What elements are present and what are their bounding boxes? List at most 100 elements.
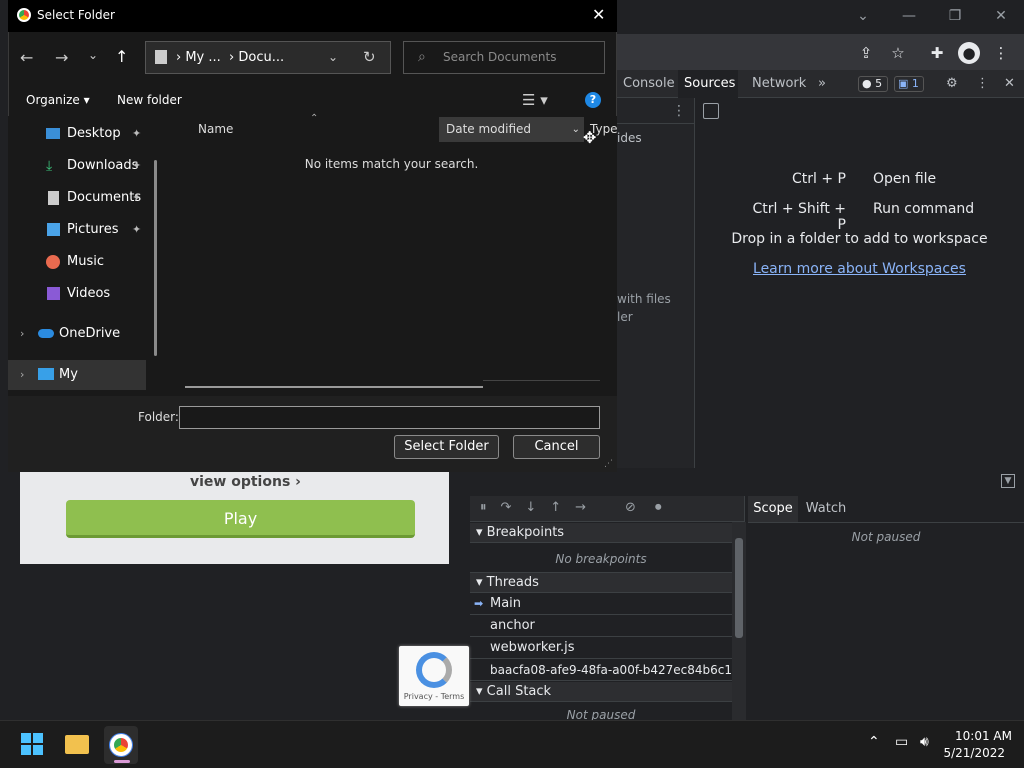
nav-item-my-computer[interactable]: › My Computer (8, 360, 146, 412)
show-hidden-icons-icon[interactable]: ⌃ (868, 734, 880, 750)
tab-watch[interactable]: Watch (804, 496, 848, 522)
close-devtools-icon[interactable]: ✕ (998, 70, 1021, 98)
folder-label: Folder: (138, 410, 179, 424)
tab-console[interactable]: Console (617, 70, 681, 98)
learn-workspaces-link[interactable]: Learn more about Workspaces (695, 261, 1024, 277)
nav-item-desktop[interactable]: Desktop ✦ (8, 119, 156, 149)
recaptcha-badge[interactable]: Privacy - Terms (399, 646, 469, 706)
address-dropdown-icon[interactable]: ⌄ (328, 50, 338, 64)
toggle-drawer-icon[interactable]: ▼ (1001, 474, 1015, 488)
breadcrumb[interactable]: › My ... › Docu... (176, 50, 284, 65)
computer-icon (38, 368, 54, 380)
pause-exceptions-icon[interactable]: ⏺ (655, 500, 662, 515)
nav-item-pictures[interactable]: Pictures ✦ (8, 215, 156, 245)
workspace-drop-text: Drop in a folder to add to workspace (731, 231, 988, 247)
devtools-menu-icon[interactable]: ⋮ (970, 70, 995, 98)
settings-gear-icon[interactable]: ⚙ (940, 70, 964, 98)
nav-item-downloads[interactable]: ⤓ Downloads ✦ (8, 151, 156, 181)
volume-icon[interactable]: 🔊︎ (920, 734, 929, 750)
play-button[interactable]: Play (66, 500, 415, 538)
thread-item[interactable]: Main (470, 593, 732, 615)
column-name[interactable]: Name (198, 122, 233, 136)
resize-grip-icon[interactable]: ⋰ (604, 459, 613, 469)
nav-item-documents[interactable]: Documents ✦ (8, 183, 156, 213)
select-folder-button[interactable]: Select Folder (394, 435, 499, 459)
cancel-button[interactable]: Cancel (513, 435, 600, 459)
start-windows-icon[interactable] (21, 733, 43, 755)
view-options-icon[interactable]: ☰ ▾ (522, 91, 548, 109)
sort-arrow-icon: ⌃ (310, 113, 319, 124)
threads-header[interactable]: ▾ Threads (470, 573, 732, 593)
nav-item-music[interactable]: Music (8, 247, 156, 277)
pin-icon: ✦ (132, 159, 142, 172)
thread-item[interactable]: webworker.js (470, 637, 732, 659)
navigator-hint-2: ler (617, 310, 633, 324)
extensions-icon[interactable]: ✚ (926, 42, 948, 64)
navigator-tab-fragment[interactable]: ides (617, 131, 642, 145)
breakpoints-header[interactable]: ▾ Breakpoints (470, 523, 732, 543)
horizontal-scrollbar[interactable] (185, 386, 483, 388)
debugger-scrollbar[interactable] (732, 522, 746, 720)
active-app-indicator (114, 760, 130, 763)
desktop-icon (46, 128, 60, 139)
resize-cursor-icon: ✥ (583, 128, 597, 147)
close-window-button[interactable]: ✕ (986, 6, 1016, 26)
errors-count: 5 (875, 77, 883, 90)
expand-chevron-icon[interactable]: › (20, 360, 24, 390)
forward-arrow-icon[interactable]: → (55, 48, 68, 67)
tab-network[interactable]: Network (746, 70, 812, 98)
minimize-button[interactable]: — (894, 6, 924, 26)
tab-search-icon[interactable]: ⌄ (848, 6, 878, 26)
up-arrow-icon[interactable]: ↑ (115, 47, 128, 66)
tab-scope[interactable]: Scope (748, 496, 798, 522)
back-arrow-icon[interactable]: ← (20, 48, 33, 67)
videos-icon (47, 287, 60, 300)
bookmark-star-icon[interactable]: ☆ (887, 42, 909, 64)
navigator-more-icon[interactable]: ⋮ (672, 103, 686, 119)
pin-icon: ✦ (132, 191, 142, 204)
help-icon[interactable]: ? (585, 92, 601, 108)
onedrive-icon (38, 329, 54, 338)
refresh-icon[interactable]: ↻ (363, 48, 376, 66)
callstack-header[interactable]: ▾ Call Stack (470, 682, 732, 702)
thread-item[interactable]: anchor (470, 615, 732, 637)
share-icon[interactable]: ⇪ (855, 42, 877, 64)
view-options-link[interactable]: view options › (190, 472, 310, 492)
dialog-title: Select Folder (37, 8, 115, 22)
navigator-hint-1: with files (617, 292, 671, 306)
organize-menu[interactable]: Organize ▾ (26, 93, 90, 107)
debugger-controls[interactable]: ⏸↷↓↑→ (480, 500, 600, 515)
folder-input[interactable] (179, 406, 600, 429)
toggle-navigator-icon[interactable] (703, 103, 719, 119)
network-icon[interactable]: ▭ (895, 734, 908, 750)
dialog-close-icon[interactable]: ✕ (592, 5, 605, 24)
clock-date[interactable]: 5/21/2022 (940, 746, 1005, 760)
column-dropdown-icon[interactable]: ⌄ (572, 117, 580, 142)
nav-item-onedrive[interactable]: › OneDrive (8, 319, 156, 349)
messages-badge[interactable]: ▣ 1 (894, 76, 924, 92)
recaptcha-footer[interactable]: Privacy - Terms (399, 692, 469, 701)
deactivate-breakpoints-icon[interactable]: ⊘ (625, 500, 636, 515)
nav-item-videos[interactable]: Videos (8, 279, 156, 309)
search-input[interactable]: Search Documents (443, 50, 556, 64)
clock-time[interactable]: 10:01 AM (940, 729, 1012, 743)
breadcrumb-item[interactable]: My ... (185, 50, 220, 65)
breadcrumb-item[interactable]: Docu... (238, 50, 284, 65)
search-icon: ⌕ (418, 49, 426, 65)
errors-badge[interactable]: ● 5 (858, 76, 888, 92)
menu-kebab-icon[interactable]: ⋮ (990, 42, 1012, 64)
column-date-modified[interactable]: Date modified ⌄ (439, 117, 584, 142)
downloads-icon: ⤓ (46, 158, 53, 174)
file-explorer-icon[interactable] (65, 735, 89, 754)
column-date-modified-label: Date modified (446, 122, 532, 136)
tab-sources[interactable]: Sources (678, 70, 738, 98)
restore-button[interactable]: ❐ (940, 6, 970, 26)
recent-locations-chevron-icon[interactable]: ⌄ (88, 48, 98, 62)
more-tabs-icon[interactable]: » (812, 70, 832, 98)
thread-item[interactable]: baacfa08-afe9-48fa-a00f-b427ec84b6c1 (470, 659, 732, 681)
profile-icon[interactable]: ● (958, 42, 980, 64)
chrome-icon (110, 734, 132, 756)
new-folder-button[interactable]: New folder (117, 93, 182, 107)
recaptcha-logo-icon (416, 652, 452, 688)
expand-chevron-icon[interactable]: › (20, 319, 24, 349)
